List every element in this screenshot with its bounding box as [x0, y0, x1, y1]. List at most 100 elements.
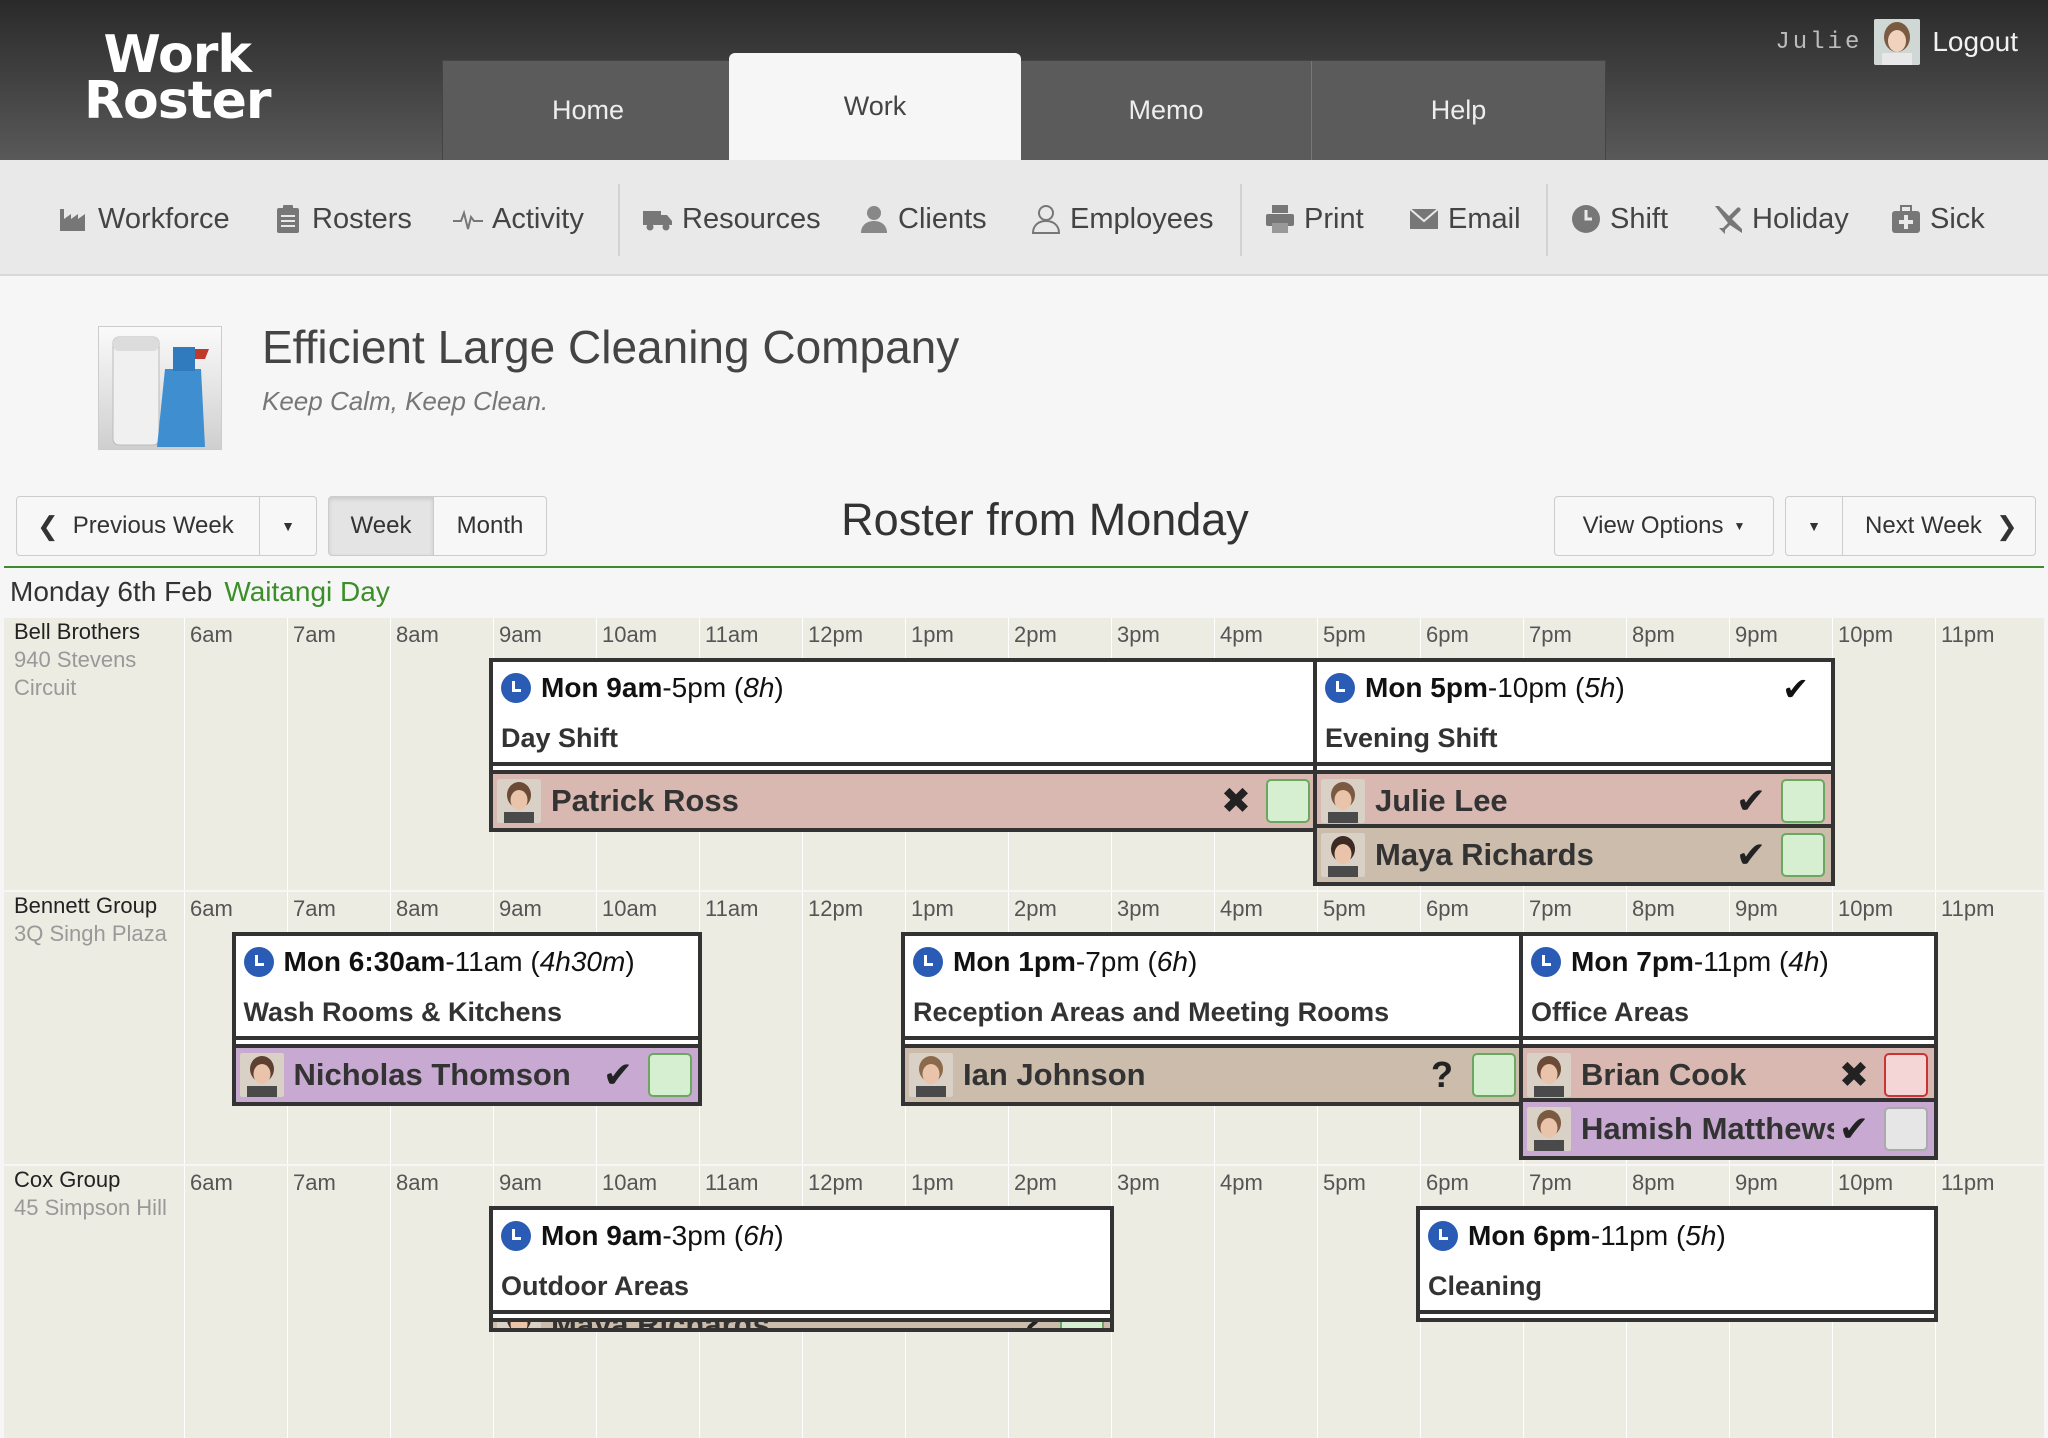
- shift-card[interactable]: Mon 6pm -11pm (5h) Cleaning: [1416, 1206, 1938, 1322]
- hour-label: 1pm: [911, 622, 954, 647]
- hour-gridline: [184, 1166, 185, 1438]
- tab-memo[interactable]: Memo: [1021, 61, 1311, 161]
- client-name: Bell Brothers: [14, 619, 140, 644]
- toolbar-activity[interactable]: Activity: [452, 198, 584, 240]
- hour-label: 7pm: [1529, 1170, 1572, 1195]
- tab-help[interactable]: Help: [1311, 61, 1605, 161]
- hour-label: 10pm: [1838, 622, 1894, 647]
- employee-assignment[interactable]: Maya Richards?: [489, 1318, 1114, 1332]
- logout-link[interactable]: Logout: [1932, 26, 2018, 58]
- select-checkbox[interactable]: [1884, 1107, 1928, 1151]
- employee-name: Brian Cook: [1581, 1057, 1747, 1092]
- select-checkbox[interactable]: [1060, 1322, 1104, 1328]
- hour-label: 6pm: [1426, 896, 1469, 921]
- day-label: Monday 6th Feb: [10, 576, 213, 607]
- status-mark-icon[interactable]: ✔: [1731, 780, 1771, 822]
- shift-card[interactable]: Mon 1pm -7pm (6h) Reception Areas and Meet…: [901, 932, 1526, 1048]
- main-nav-tabs: Home Work Memo Help: [442, 53, 1606, 161]
- app-logo[interactable]: Work Roster: [84, 29, 271, 127]
- status-mark-icon[interactable]: ✔: [598, 1054, 638, 1096]
- status-mark-icon[interactable]: ✖: [1834, 1054, 1874, 1096]
- pulse-icon: [453, 209, 483, 230]
- tab-work[interactable]: Work: [729, 53, 1021, 161]
- employee-avatar: [1527, 1107, 1571, 1151]
- employee-assignment[interactable]: Hamish Matthews ✔: [1519, 1098, 1938, 1160]
- status-mark-icon[interactable]: ✔: [1834, 1108, 1874, 1150]
- shift-card[interactable]: Mon 9am -5pm (8h) Day Shift: [489, 658, 1320, 774]
- employee-assignment[interactable]: Brian Cook ✖: [1519, 1044, 1938, 1106]
- select-checkbox[interactable]: [1781, 833, 1825, 877]
- hour-label: 2pm: [1014, 1170, 1057, 1195]
- status-mark-icon[interactable]: ?: [1010, 1322, 1050, 1328]
- next-week-dropdown[interactable]: ▼: [1785, 496, 1843, 556]
- company-name: Efficient Large Cleaning Company: [262, 321, 960, 373]
- hour-label: 11am: [705, 1170, 759, 1195]
- toolbar-clients[interactable]: Clients: [858, 198, 987, 240]
- employee-avatar: [239, 1053, 284, 1097]
- client-label[interactable]: Bell Brothers 940 Stevens Circuit: [14, 618, 184, 702]
- hour-label: 4pm: [1220, 1170, 1263, 1195]
- clock-icon: [1531, 947, 1561, 977]
- employee-assignment[interactable]: Nicholas Thomson ✔: [231, 1044, 702, 1106]
- select-checkbox[interactable]: [1781, 779, 1825, 823]
- clock-icon: [1428, 1221, 1458, 1251]
- toolbar-rosters[interactable]: Rosters: [272, 198, 412, 240]
- select-checkbox[interactable]: [648, 1053, 692, 1097]
- month-view-button[interactable]: Month: [433, 496, 547, 556]
- employee-name: Ian Johnson: [963, 1057, 1146, 1092]
- status-mark-icon[interactable]: ✖: [1216, 780, 1256, 822]
- hour-label: 6am: [190, 622, 233, 647]
- status-mark-icon[interactable]: ?: [1422, 1054, 1462, 1096]
- hour-label: 10am: [602, 622, 658, 647]
- toolbar-print[interactable]: Print: [1264, 198, 1364, 240]
- shift-card[interactable]: Mon 6:30am -11am (4h30m) Wash Rooms & Kitc…: [231, 932, 702, 1048]
- caret-down-icon: ▼: [1733, 519, 1746, 533]
- employee-avatar: [497, 779, 541, 823]
- client-label[interactable]: Cox Group 45 Simpson Hill: [14, 1166, 184, 1222]
- hour-label: 10am: [602, 1170, 658, 1195]
- view-options-button[interactable]: View Options ▼: [1554, 496, 1774, 556]
- shift-card[interactable]: Mon 9am -3pm (6h) Outdoor Areas: [489, 1206, 1114, 1322]
- hour-label: 6am: [190, 896, 233, 921]
- toolbar-holiday[interactable]: Holiday: [1712, 198, 1849, 240]
- select-checkbox[interactable]: [1884, 1053, 1928, 1097]
- toolbar-email[interactable]: Email: [1408, 198, 1521, 240]
- hour-label: 2pm: [1014, 896, 1057, 921]
- envelope-icon: [1409, 208, 1439, 229]
- user-avatar[interactable]: [1874, 19, 1921, 65]
- shift-card[interactable]: Mon 7pm -11pm (4h) Office Areas: [1519, 932, 1938, 1048]
- toolbar-resources[interactable]: Resources: [642, 198, 821, 240]
- employee-avatar: [497, 1322, 541, 1328]
- status-mark-icon[interactable]: ✔: [1731, 834, 1771, 876]
- clock-icon: [243, 947, 274, 977]
- toolbar-workforce[interactable]: Workforce: [58, 198, 230, 240]
- hour-label: 7pm: [1529, 896, 1572, 921]
- clock-icon: [913, 947, 943, 977]
- caret-down-icon: ▼: [281, 518, 295, 534]
- select-checkbox[interactable]: [1266, 779, 1310, 823]
- select-checkbox[interactable]: [1472, 1053, 1516, 1097]
- employee-assignment[interactable]: Julie Lee ✔: [1313, 770, 1835, 832]
- employee-assignment[interactable]: Patrick Ross ✖: [489, 770, 1320, 832]
- hour-gridline: [1935, 618, 1936, 890]
- toolbar-sick[interactable]: Sick: [1890, 198, 1985, 240]
- clock-icon: [501, 1221, 531, 1251]
- next-week-button[interactable]: Next Week ❯: [1842, 496, 2036, 556]
- hour-label: 10am: [602, 896, 658, 921]
- hour-label: 9am: [499, 896, 542, 921]
- toolbar-employees[interactable]: Employees: [1030, 198, 1213, 240]
- employee-assignment[interactable]: Maya Richards ✔: [1313, 824, 1835, 886]
- hour-label: 12pm: [808, 622, 864, 647]
- week-view-button[interactable]: Week: [328, 496, 434, 556]
- previous-week-dropdown[interactable]: ▼: [259, 496, 317, 556]
- hour-label: 8pm: [1632, 1170, 1675, 1195]
- employee-avatar: [1527, 1053, 1571, 1097]
- clock-icon: [501, 673, 531, 703]
- tab-home[interactable]: Home: [443, 61, 733, 161]
- employee-assignment[interactable]: Ian Johnson?: [901, 1044, 1526, 1106]
- hour-label: 12pm: [808, 1170, 864, 1195]
- toolbar-shift[interactable]: Shift: [1570, 198, 1668, 240]
- previous-week-button[interactable]: ❮ Previous Week: [16, 496, 260, 556]
- shift-card[interactable]: Mon 5pm -10pm (5h) ✔ Evening Shift: [1313, 658, 1835, 774]
- client-label[interactable]: Bennett Group 3Q Singh Plaza: [14, 892, 184, 948]
